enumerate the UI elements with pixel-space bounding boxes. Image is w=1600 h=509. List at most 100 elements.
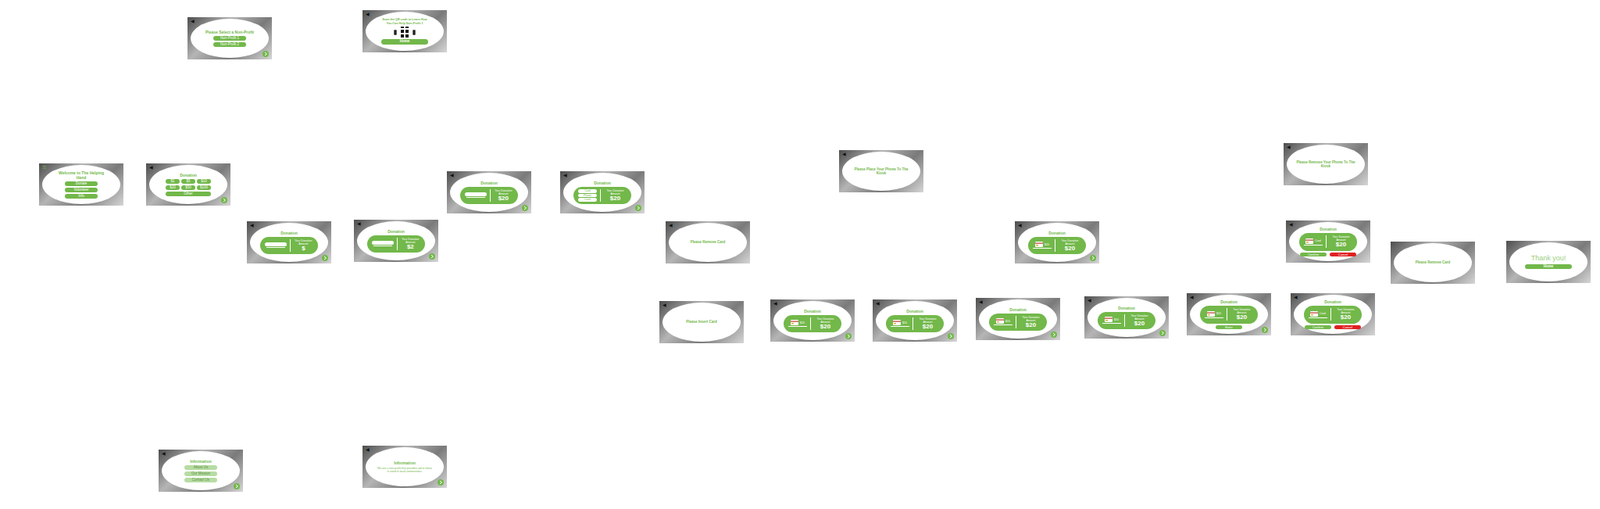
back-icon[interactable]: ◀ [357,221,361,226]
screen-title: Donation [1009,307,1027,312]
screen-title: Donation [1324,299,1342,304]
menu-button[interactable]: Contact Us [184,477,218,483]
screen-title: Information [393,460,416,465]
donation-panel: CardYour Donation Amount$20 [1299,232,1358,251]
action-button[interactable]: Cancel [1334,325,1361,330]
next-icon[interactable] [321,254,329,261]
field-underline [1204,317,1224,318]
menu-button[interactable]: About Us [184,464,218,470]
field-underline [890,325,910,327]
menu-button[interactable]: Donate [64,181,98,186]
other-button[interactable]: Other [165,191,211,197]
menu-button[interactable]: Volunteer [64,187,98,193]
amount-value: $ [301,245,305,253]
back-icon[interactable]: ◀ [875,300,880,306]
amount-field[interactable] [464,192,487,197]
card-label: $20 [1114,317,1119,322]
amount-button[interactable]: $100 [196,185,211,190]
next-icon[interactable] [428,253,436,260]
next-icon[interactable] [262,50,269,58]
next-icon[interactable] [1261,326,1268,333]
home-button[interactable]: Home [1525,264,1572,269]
back-icon[interactable]: ◀ [1289,221,1293,227]
amount-button[interactable]: $5 [181,178,196,184]
amount-label: Your Donation Amount [1128,314,1151,321]
amount-label: Your Donation Amount [916,317,940,324]
menu-button[interactable]: Our Mission [184,471,218,476]
action-button[interactable]: Enter [1215,325,1243,330]
amount-label: Your Donation Amount [1058,239,1082,246]
screen-body: Donation$20Your Donation Amount$20 [773,300,852,340]
amount-button[interactable]: $1 [165,178,180,184]
screen-body: DonationCardYour Donation Amount$20Confi… [1289,221,1368,261]
amount-button[interactable]: $20 [165,185,180,190]
amount-button[interactable]: $50 [181,185,196,190]
amount-label: Your Donation Amount [400,237,421,244]
next-icon[interactable] [635,204,642,211]
amount-label: Your Donation Amount [293,239,314,246]
next-icon[interactable] [845,332,852,340]
back-icon[interactable]: ◀ [978,299,983,304]
screen-title: Donation [179,172,197,178]
card-icon [1310,310,1318,317]
divider [1330,307,1332,321]
screen-body: Donation$20Your Donation Amount$20 [875,300,954,340]
back-icon[interactable]: ◀ [250,222,254,228]
next-icon[interactable] [1050,331,1058,338]
back-icon[interactable]: ◀ [1286,144,1291,150]
action-button[interactable]: Confirm [1300,252,1327,258]
amount-value: $20 [922,323,933,331]
card-icon [1305,238,1314,244]
next-icon[interactable] [437,478,444,486]
back-icon[interactable]: ◀ [365,446,370,452]
screen-body: DonationYour Donation Amount$20 [450,172,529,212]
next-icon[interactable] [1159,329,1166,336]
donation-panel: Your Donation Amount$2 [367,235,425,254]
back-icon[interactable]: ◀ [1017,222,1022,228]
action-button[interactable]: Cancel [1329,252,1357,258]
divider [1325,235,1327,248]
menu-button[interactable]: Non-Profit 2 [213,42,247,47]
back-icon[interactable]: ◀ [563,172,568,178]
amount-field[interactable] [264,242,287,247]
next-icon[interactable] [233,482,240,490]
menu-button[interactable]: Non-Profit 1 [213,35,247,41]
back-icon[interactable]: ◀ [1087,297,1092,303]
next-icon[interactable] [521,204,529,211]
qr-code-icon [399,26,411,38]
card-row: $20 [892,319,908,325]
payment-option[interactable]: Card [578,189,597,193]
back-icon[interactable]: ◀ [842,151,847,157]
screen-body: DonationYour Donation Amount$2 [357,221,436,261]
screen-body: InformationWe are a non-profit that prov… [365,446,444,486]
payment-option[interactable]: Phone [578,193,597,198]
back-icon[interactable]: ◀ [149,164,154,170]
back-icon[interactable]: ◀ [1189,294,1194,300]
next-icon[interactable] [1089,254,1097,261]
kiosk-screen: DonationYour Donation Amount$2◀ [353,219,439,262]
donation-panel: $20Your Donation Amount$20 [885,314,944,333]
amount-field[interactable] [371,240,394,245]
back-icon[interactable]: ◀ [190,18,195,24]
amount-label: Your Donation Amount [814,317,837,324]
home-button[interactable]: Home [381,39,429,44]
menu-icon[interactable]: ☰ [42,164,47,170]
back-icon[interactable]: ◀ [773,300,778,306]
card-row: $20 [790,319,805,325]
next-icon[interactable] [947,332,954,340]
back-icon[interactable]: ◀ [161,450,166,456]
back-icon[interactable]: ◀ [668,222,673,228]
donation-panel: CardYour Donation Amount$20 [1303,305,1362,324]
menu-button[interactable]: Info [64,193,98,199]
back-icon[interactable]: ◀ [662,302,667,308]
payment-option[interactable]: Cash [578,197,597,202]
amount-button[interactable]: $10 [196,178,211,184]
amount-grid: $1$5$10 $20$50$100Other [165,178,211,197]
info-body: We are a non-profit that provides aid to… [376,466,433,473]
back-icon[interactable]: ◀ [1293,294,1298,300]
next-icon[interactable] [221,196,228,204]
screen-body: DonationYour Donation Amount$ [250,222,329,262]
action-button[interactable]: Confirm [1304,325,1332,330]
back-icon[interactable]: ◀ [450,172,454,178]
back-icon[interactable]: ◀ [365,11,370,17]
